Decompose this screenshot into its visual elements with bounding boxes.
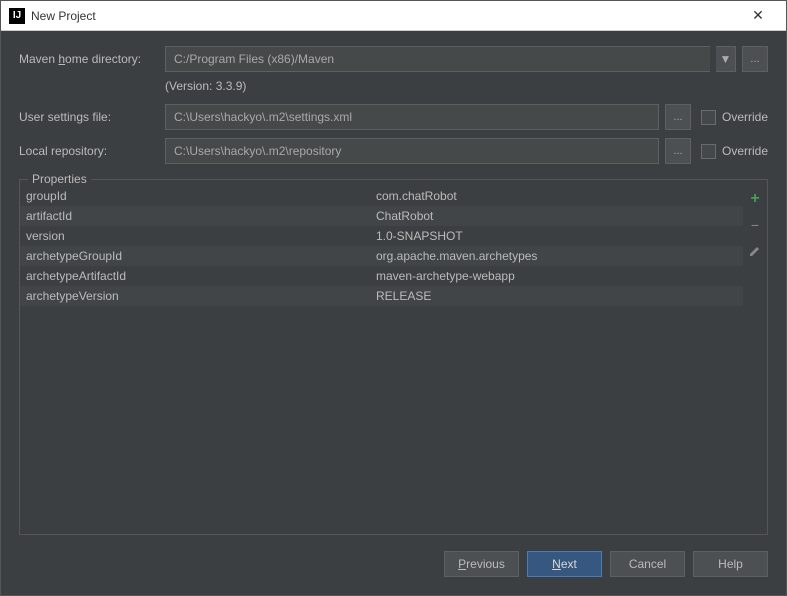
properties-table[interactable]: groupIdcom.chatRobotartifactIdChatRobotv… (20, 186, 743, 534)
maven-home-label: Maven home directory: (19, 52, 159, 66)
button-bar: Previous Next Cancel Help (19, 541, 768, 581)
app-icon: IJ (9, 8, 25, 24)
property-value: org.apache.maven.archetypes (376, 249, 737, 263)
next-button[interactable]: Next (527, 551, 602, 577)
user-settings-override-wrap: Override (701, 110, 768, 125)
close-button[interactable]: ✕ (738, 2, 778, 30)
local-repo-label: Local repository: (19, 144, 159, 158)
property-key: archetypeVersion (26, 289, 376, 303)
content-area: Maven home directory: ▼ ... (Version: 3.… (1, 31, 786, 595)
user-settings-override-checkbox[interactable] (701, 110, 716, 125)
property-key: archetypeGroupId (26, 249, 376, 263)
user-settings-browse-button[interactable]: ... (665, 104, 691, 130)
property-key: archetypeArtifactId (26, 269, 376, 283)
edit-property-button[interactable] (746, 242, 764, 260)
properties-legend: Properties (28, 172, 91, 186)
local-repo-override-wrap: Override (701, 144, 768, 159)
help-button[interactable]: Help (693, 551, 768, 577)
property-value: maven-archetype-webapp (376, 269, 737, 283)
user-settings-override-label: Override (722, 110, 768, 124)
maven-home-dropdown[interactable]: ▼ (716, 46, 736, 72)
titlebar: IJ New Project ✕ (1, 1, 786, 31)
maven-version-text: (Version: 3.3.9) (19, 79, 768, 93)
properties-toolbar: + − (743, 186, 767, 534)
property-row[interactable]: groupIdcom.chatRobot (20, 186, 743, 206)
local-repo-input[interactable] (165, 138, 659, 164)
new-project-dialog: IJ New Project ✕ Maven home directory: ▼… (0, 0, 787, 596)
property-key: groupId (26, 189, 376, 203)
property-row[interactable]: archetypeGroupIdorg.apache.maven.archety… (20, 246, 743, 266)
properties-panel: Properties groupIdcom.chatRobotartifactI… (19, 179, 768, 535)
property-value: 1.0-SNAPSHOT (376, 229, 737, 243)
maven-home-row: Maven home directory: ▼ ... (19, 45, 768, 73)
local-repo-browse-button[interactable]: ... (665, 138, 691, 164)
property-value: RELEASE (376, 289, 737, 303)
property-value: com.chatRobot (376, 189, 737, 203)
property-row[interactable]: version1.0-SNAPSHOT (20, 226, 743, 246)
local-repo-override-label: Override (722, 144, 768, 158)
property-key: version (26, 229, 376, 243)
cancel-button[interactable]: Cancel (610, 551, 685, 577)
property-row[interactable]: artifactIdChatRobot (20, 206, 743, 226)
previous-button[interactable]: Previous (444, 551, 519, 577)
maven-home-input[interactable] (165, 46, 710, 72)
property-row[interactable]: archetypeArtifactIdmaven-archetype-webap… (20, 266, 743, 286)
local-repo-override-checkbox[interactable] (701, 144, 716, 159)
add-property-button[interactable]: + (746, 190, 764, 208)
local-repo-row: Local repository: ... Override (19, 137, 768, 165)
remove-property-button[interactable]: − (746, 216, 764, 234)
window-title: New Project (31, 9, 738, 23)
user-settings-input[interactable] (165, 104, 659, 130)
property-key: artifactId (26, 209, 376, 223)
maven-home-browse-button[interactable]: ... (742, 46, 768, 72)
property-value: ChatRobot (376, 209, 737, 223)
user-settings-row: User settings file: ... Override (19, 103, 768, 131)
property-row[interactable]: archetypeVersionRELEASE (20, 286, 743, 306)
user-settings-label: User settings file: (19, 110, 159, 124)
